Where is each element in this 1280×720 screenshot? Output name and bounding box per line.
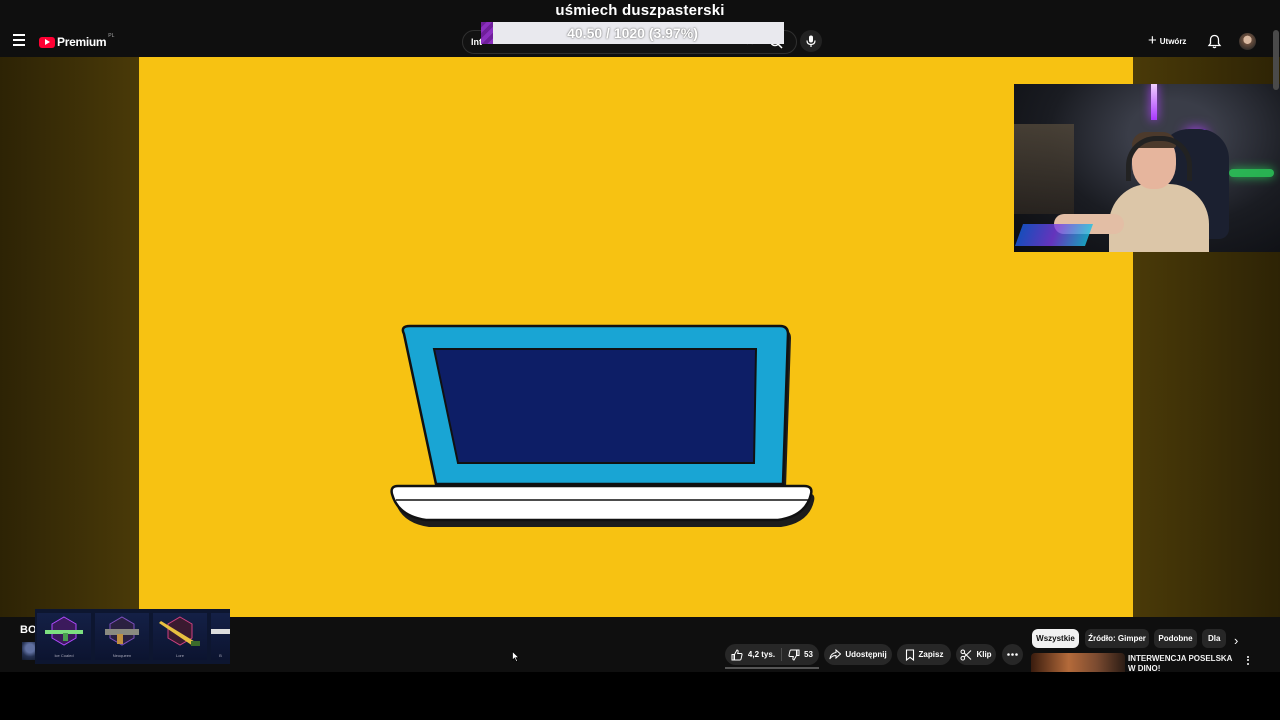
chip-for-you[interactable]: Dla <box>1202 629 1226 648</box>
weapon-skin-icon <box>211 629 230 634</box>
create-button[interactable]: + Utwórz <box>1148 33 1186 49</box>
streamer-webcam <box>1014 84 1280 252</box>
save-label: Zapisz <box>918 650 944 659</box>
dislike-button[interactable]: 53 <box>782 644 819 665</box>
skin-label: Ice Coaled <box>54 653 74 658</box>
more-horizontal-icon <box>1007 653 1018 656</box>
more-actions-button[interactable] <box>1002 644 1023 665</box>
laptop-illustration <box>390 324 815 527</box>
notifications-bell-icon[interactable] <box>1207 34 1222 49</box>
like-dislike-group: 4,2 tys. 53 <box>725 644 819 665</box>
recommended-video-title[interactable]: INTERWENCJA POSELSKA W DINO! <box>1128 654 1236 672</box>
dislike-count: 53 <box>804 650 813 659</box>
voice-search-button[interactable] <box>800 30 822 52</box>
page-scrollbar[interactable] <box>1273 30 1279 90</box>
share-button[interactable]: Udostępnij <box>824 644 892 665</box>
thumbs-up-icon <box>731 648 743 660</box>
donation-goal-bar: 40.50 / 1020 (3.97%) <box>481 22 784 44</box>
microphone-icon <box>806 35 816 47</box>
share-icon <box>829 649 842 660</box>
chip-source[interactable]: Źródło: Gimper <box>1085 629 1149 648</box>
share-label: Udostępnij <box>845 650 887 659</box>
rifle-skin-icon <box>45 616 83 646</box>
chevron-right-icon[interactable]: › <box>1234 633 1238 648</box>
skin-label: Neoqueen <box>112 653 132 658</box>
skin-card: Ice Coaled <box>37 613 91 660</box>
clip-label: Klip <box>976 650 992 659</box>
menu-icon[interactable] <box>10 31 28 51</box>
mouse-cursor-icon <box>512 651 520 663</box>
skin-showcase-overlay: Ice Coaled Neoqueen Lore B <box>35 609 230 664</box>
clip-button[interactable]: Klip <box>956 644 996 665</box>
like-button[interactable]: 4,2 tys. <box>725 644 781 665</box>
plus-icon: + <box>1148 32 1157 49</box>
more-vertical-icon[interactable] <box>1244 654 1252 668</box>
chip-all[interactable]: Wszystkie <box>1032 629 1079 648</box>
skin-label: B <box>219 653 222 658</box>
bookmark-icon <box>905 648 914 661</box>
youtube-premium-logo[interactable]: Premium PL <box>39 33 115 50</box>
logo-text: Premium <box>57 35 107 49</box>
create-label: Utwórz <box>1159 36 1187 46</box>
knife-skin-icon <box>159 616 200 646</box>
like-ratio-line <box>725 667 819 669</box>
ambient-left <box>0 57 139 617</box>
skin-card: Lore <box>153 613 207 660</box>
logo-region: PL <box>108 33 115 39</box>
stream-overlay-title: uśmiech duszpasterski <box>555 2 725 19</box>
user-avatar[interactable] <box>1239 33 1256 50</box>
thumbs-down-icon <box>788 649 800 661</box>
skin-card: B <box>211 613 230 660</box>
chip-related[interactable]: Podobne <box>1154 629 1197 648</box>
save-button[interactable]: Zapisz <box>897 644 951 665</box>
play-logo-icon <box>39 36 55 48</box>
skin-label: Lore <box>175 653 184 658</box>
like-count: 4,2 tys. <box>747 650 776 659</box>
recommended-video-thumbnail[interactable] <box>1031 653 1125 672</box>
scissors-icon <box>960 649 972 660</box>
donation-goal-text: 40.50 / 1020 (3.97%) <box>567 25 698 41</box>
skin-card: Neoqueen <box>95 613 149 660</box>
smg-skin-icon <box>105 616 139 646</box>
